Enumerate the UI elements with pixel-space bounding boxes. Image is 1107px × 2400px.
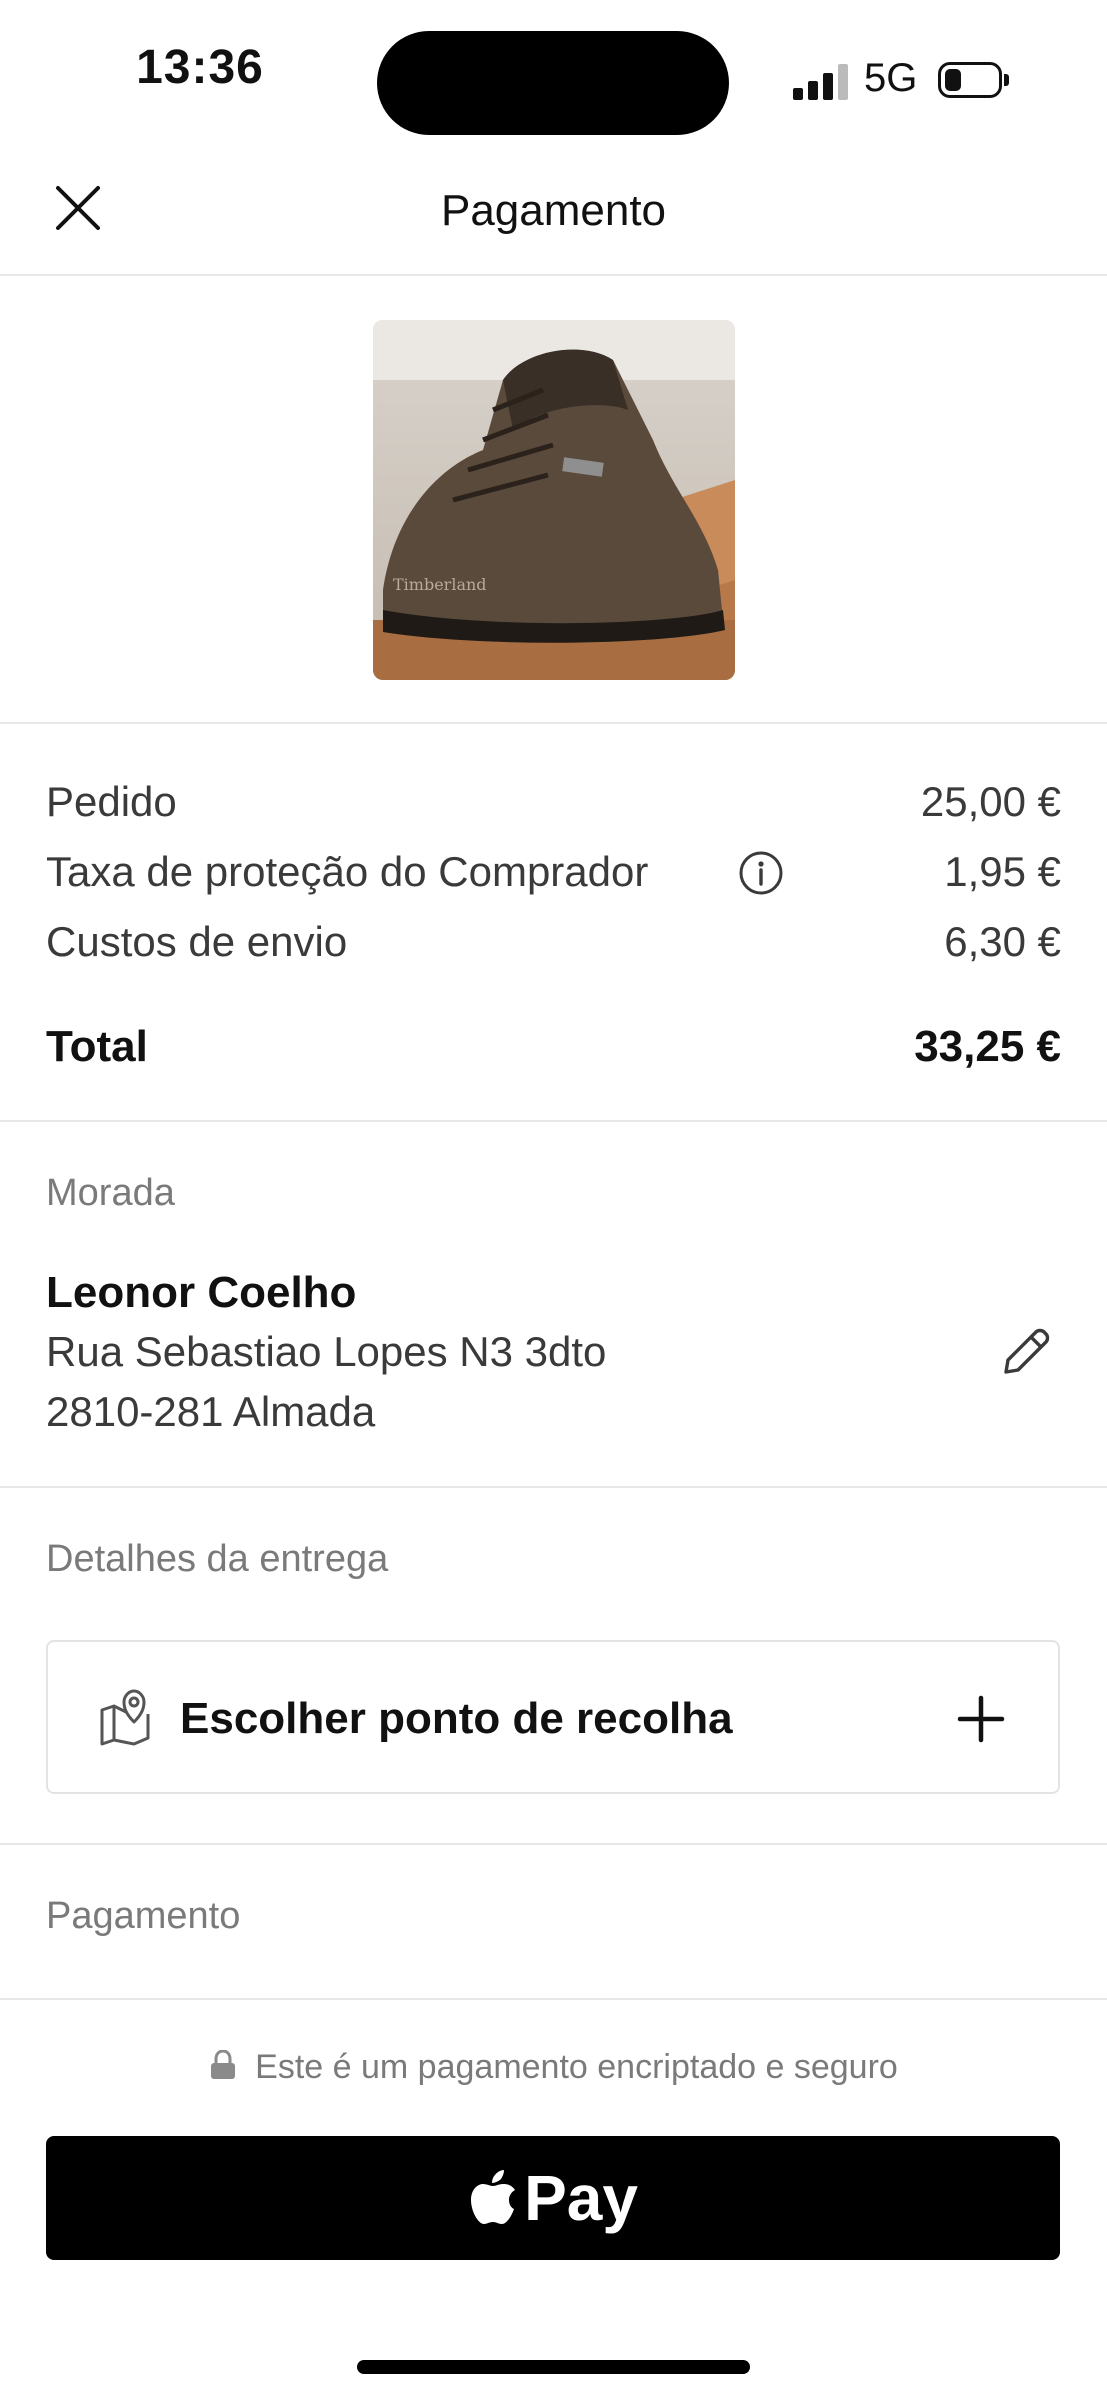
shipping-value: 6,30 € [944, 918, 1061, 965]
network-type: 5G [864, 56, 918, 100]
secure-payment-text: Este é um pagamento encriptado e seguro [255, 2048, 898, 2086]
image-divider [0, 722, 1107, 724]
total-value: 33,25 € [914, 1022, 1061, 1071]
status-time: 13:36 [136, 41, 264, 94]
address-line2: 2810-281 Almada [46, 1388, 376, 1435]
order-label: Pedido [46, 778, 177, 825]
battery-icon [938, 62, 1012, 102]
shipping-label: Custos de envio [46, 918, 348, 965]
address-divider [0, 1486, 1107, 1488]
buyer-protection-label: Taxa de proteção do Comprador [46, 848, 649, 895]
secure-payment-notice: Este é um pagamento encriptado e seguro [0, 2048, 1107, 2087]
summary-divider [0, 1120, 1107, 1122]
info-icon[interactable] [738, 850, 784, 896]
pencil-icon [1004, 1328, 1050, 1374]
product-image: Timberland [373, 320, 735, 680]
edit-address-button[interactable] [990, 1316, 1062, 1388]
payment-divider [0, 1998, 1107, 2000]
total-label: Total [46, 1022, 148, 1071]
dynamic-island [377, 31, 729, 135]
address-name: Leonor Coelho [46, 1268, 357, 1317]
address-section-label: Morada [46, 1172, 175, 1214]
header-divider [0, 274, 1107, 276]
delivery-section-label: Detalhes da entrega [46, 1538, 389, 1580]
signal-icon [793, 64, 851, 100]
apple-pay-button[interactable]: Pay [46, 2136, 1060, 2260]
apple-pay-label: Pay [524, 2162, 638, 2234]
brand-mark: Timberland [393, 575, 487, 594]
lock-icon [209, 2049, 237, 2080]
payment-section-label: Pagamento [46, 1895, 241, 1937]
address-line1: Rua Sebastiao Lopes N3 3dto [46, 1328, 607, 1375]
plus-icon [956, 1694, 1006, 1744]
page-title: Pagamento [440, 186, 667, 235]
home-indicator [357, 2360, 750, 2374]
apple-logo-icon [471, 2170, 516, 2224]
buyer-protection-value: 1,95 € [944, 848, 1061, 895]
pickup-label: Escolher ponto de recolha [180, 1694, 733, 1743]
delivery-divider [0, 1843, 1107, 1845]
map-pin-icon [96, 1688, 154, 1746]
order-value: 25,00 € [920, 778, 1061, 825]
